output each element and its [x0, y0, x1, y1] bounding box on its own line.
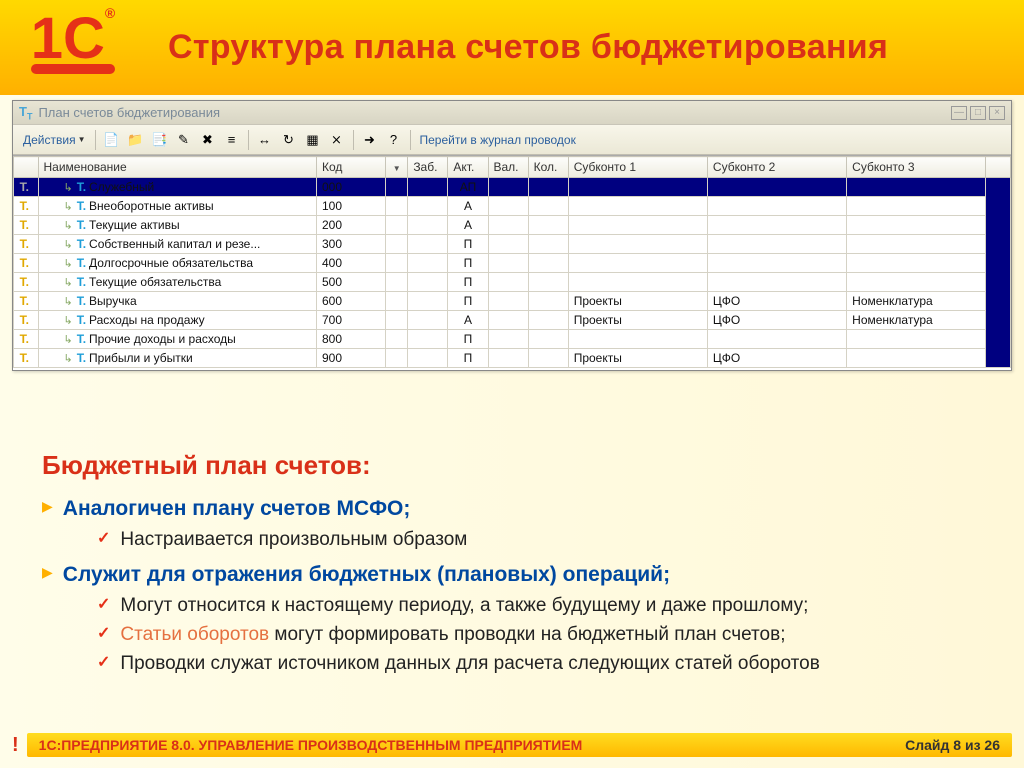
close-button[interactable]: ×	[989, 106, 1005, 120]
add-icon[interactable]: 📄	[101, 129, 123, 151]
help-icon[interactable]: ?	[383, 129, 405, 151]
slide-title: Структура плана счетов бюджетирования	[168, 28, 888, 67]
table-row[interactable]: Т.↳Т.Расходы на продажу700АПроектыЦФОНом…	[14, 311, 1011, 330]
window-title: План счетов бюджетирования	[38, 105, 220, 120]
copy-icon[interactable]: 📑	[149, 129, 171, 151]
col-code[interactable]: Код	[316, 157, 385, 178]
slide-footer: ! 1С:ПРЕДПРИЯТИЕ 8.0. УПРАВЛЕНИЕ ПРОИЗВО…	[0, 730, 1024, 760]
col-sub1[interactable]: Субконто 1	[568, 157, 707, 178]
table-row[interactable]: Т.↳Т.Собственный капитал и резе...300П	[14, 235, 1011, 254]
col-name[interactable]: Наименование	[38, 157, 316, 178]
move-icon[interactable]: ↔	[254, 129, 276, 151]
table-row[interactable]: Т.↳Т.Долгосрочные обязательства400П	[14, 254, 1011, 273]
app-window: ТТ План счетов бюджетирования — □ × Дейс…	[12, 100, 1012, 371]
col-sub3[interactable]: Субконто 3	[847, 157, 986, 178]
edit-icon[interactable]: ✎	[173, 129, 195, 151]
table-row[interactable]: Т.↳Т.Внеоборотные активы100А	[14, 197, 1011, 216]
attention-icon: !	[12, 734, 19, 757]
bullet-level1: ▶Аналогичен плану счетов МСФО;✓Настраива…	[42, 495, 982, 553]
table-header-row: Наименование Код ▼ Заб. Акт. Вал. Кол. С…	[14, 157, 1011, 178]
filter-icon[interactable]: ▦	[302, 129, 324, 151]
add-group-icon[interactable]: 📁	[125, 129, 147, 151]
page-indicator: Слайд 8 из 26	[905, 737, 1000, 753]
level-icon[interactable]: ≡	[221, 129, 243, 151]
scrollbar-head	[986, 157, 1011, 178]
bullet-level2: ✓Проводки служат источником данных для р…	[97, 652, 982, 677]
minimize-button[interactable]: —	[951, 106, 967, 120]
toolbar: Действия▼ 📄 📁 📑 ✎ ✖ ≡ ↔ ↻ ▦ ⨯ ➜ ? Перейт…	[13, 125, 1011, 155]
actions-menu[interactable]: Действия▼	[19, 133, 90, 147]
bullet-level1: ▶Служит для отражения бюджетных (плановы…	[42, 561, 982, 676]
table-row[interactable]: Т.↳Т.Текущие обязательства500П	[14, 273, 1011, 292]
col-kol[interactable]: Кол.	[528, 157, 568, 178]
section-heading: Бюджетный план счетов:	[42, 450, 982, 481]
table-row[interactable]: Т.↳Т.Служебный000АП	[14, 178, 1011, 197]
window-titlebar: ТТ План счетов бюджетирования — □ ×	[13, 101, 1011, 125]
filter-off-icon[interactable]: ⨯	[326, 129, 348, 151]
bullet-level2: ✓Настраивается произвольным образом	[97, 528, 982, 553]
col-akt[interactable]: Акт.	[448, 157, 488, 178]
col-val[interactable]: Вал.	[488, 157, 528, 178]
table-row[interactable]: Т.↳Т.Текущие активы200А	[14, 216, 1011, 235]
col-icon[interactable]	[14, 157, 39, 178]
accounts-table[interactable]: Наименование Код ▼ Заб. Акт. Вал. Кол. С…	[13, 156, 1011, 368]
chart-of-accounts-icon: ТТ	[19, 104, 32, 122]
col-dropdown[interactable]: ▼	[386, 157, 408, 178]
go-icon[interactable]: ➜	[359, 129, 381, 151]
slide-body: Бюджетный план счетов: ▶Аналогичен плану…	[0, 425, 1024, 694]
maximize-button[interactable]: □	[970, 106, 986, 120]
footer-product: 1С:ПРЕДПРИЯТИЕ 8.0. УПРАВЛЕНИЕ ПРОИЗВОДС…	[39, 737, 583, 753]
logo-1c: 1C®	[8, 0, 138, 95]
bullet-level2: ✓Статьи оборотов могут формировать прово…	[97, 623, 982, 648]
journal-link[interactable]: Перейти в журнал проводок	[416, 133, 580, 147]
bullet-level2: ✓Могут относится к настоящему периоду, а…	[97, 594, 982, 619]
table-row[interactable]: Т.↳Т.Прочие доходы и расходы800П	[14, 330, 1011, 349]
delete-icon[interactable]: ✖	[197, 129, 219, 151]
table-row[interactable]: Т.↳Т.Выручка600ППроектыЦФОНоменклатура	[14, 292, 1011, 311]
col-zab[interactable]: Заб.	[408, 157, 448, 178]
slide-header: 1C® Структура плана счетов бюджетировани…	[0, 0, 1024, 95]
scrollbar[interactable]	[986, 178, 1011, 368]
table-row[interactable]: Т.↳Т.Прибыли и убытки900ППроектыЦФО	[14, 349, 1011, 368]
col-sub2[interactable]: Субконто 2	[707, 157, 846, 178]
refresh-icon[interactable]: ↻	[278, 129, 300, 151]
